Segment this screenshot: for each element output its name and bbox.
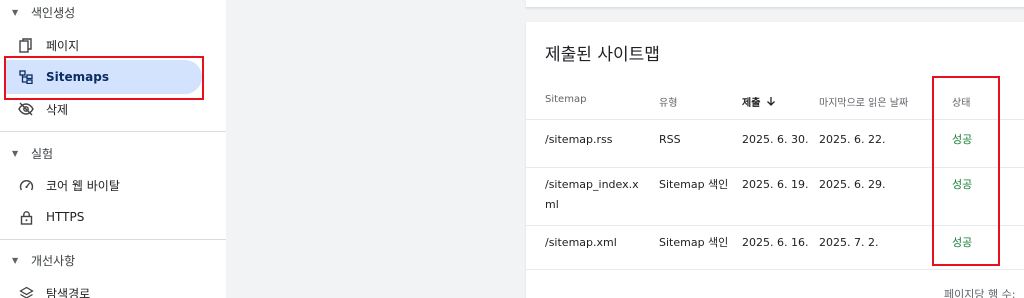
sidebar-item-label: 탐색경로 [46, 286, 91, 298]
section-indexing[interactable]: ▼ 색인생성 [0, 0, 75, 24]
cell-last-read: 2025. 6. 22. [819, 133, 886, 146]
highlight-box-status [932, 76, 1000, 266]
cell-sitemap: /sitemap.rss [545, 133, 613, 146]
visibility-off-icon [18, 101, 34, 117]
column-header-submitted[interactable]: 제출 [742, 94, 776, 109]
speed-gauge-icon [18, 177, 34, 193]
sidebar: ▼ 색인생성 페이지 Sitemaps 삭제 ▼ 실험 코어 웹 바이탈 HTT… [0, 0, 226, 298]
highlight-box-sitemaps [4, 56, 204, 100]
row-divider [526, 269, 1024, 270]
sidebar-item-label: 삭제 [46, 102, 69, 117]
cell-sitemap: /sitemap.xml [545, 236, 617, 249]
cell-sitemap-wrap: ml [545, 198, 559, 211]
cell-submitted: 2025. 6. 30. [742, 133, 809, 146]
cell-submitted: 2025. 6. 16. [742, 236, 809, 249]
section-label: 색인생성 [31, 5, 76, 20]
sidebar-item-core-web-vitals[interactable]: 코어 웹 바이탈 [0, 168, 200, 202]
section-experience[interactable]: ▼ 실험 [0, 141, 53, 165]
cell-type: Sitemap 색인 [659, 178, 729, 191]
sidebar-item-breadcrumbs[interactable]: 탐색경로 [0, 276, 200, 298]
caret-down-icon: ▼ [12, 255, 19, 265]
section-enhancements[interactable]: ▼ 개선사항 [0, 248, 75, 272]
cell-type: Sitemap 색인 [659, 236, 729, 249]
caret-down-icon: ▼ [12, 7, 19, 17]
lock-icon [18, 209, 34, 225]
sidebar-item-label: HTTPS [46, 210, 85, 224]
arrow-down-icon [766, 96, 776, 107]
caret-down-icon: ▼ [12, 148, 19, 158]
column-header-last-read[interactable]: 마지막으로 읽은 날짜 [819, 94, 908, 109]
card-title: 제출된 사이트맵 [545, 45, 660, 65]
rows-per-page-label: 페이지당 행 수: [944, 288, 1016, 298]
section-label: 실험 [31, 146, 54, 161]
sidebar-item-https[interactable]: HTTPS [0, 200, 200, 234]
column-header-label: 제출 [742, 98, 761, 109]
cell-sitemap: /sitemap_index.x [545, 178, 639, 191]
cell-submitted: 2025. 6. 19. [742, 178, 809, 191]
layers-icon [18, 285, 34, 298]
column-header-sitemap[interactable]: Sitemap [545, 94, 586, 105]
cell-type: RSS [659, 133, 681, 146]
sidebar-item-label: 코어 웹 바이탈 [46, 178, 120, 193]
pages-icon [18, 37, 34, 53]
section-label: 개선사항 [31, 253, 76, 268]
cell-last-read: 2025. 6. 29. [819, 178, 886, 191]
divider [0, 131, 226, 132]
sidebar-item-label: 페이지 [46, 38, 80, 53]
previous-card [526, 0, 1024, 8]
cell-last-read: 2025. 7. 2. [819, 236, 879, 249]
column-header-type[interactable]: 유형 [659, 94, 677, 109]
divider [0, 239, 226, 240]
